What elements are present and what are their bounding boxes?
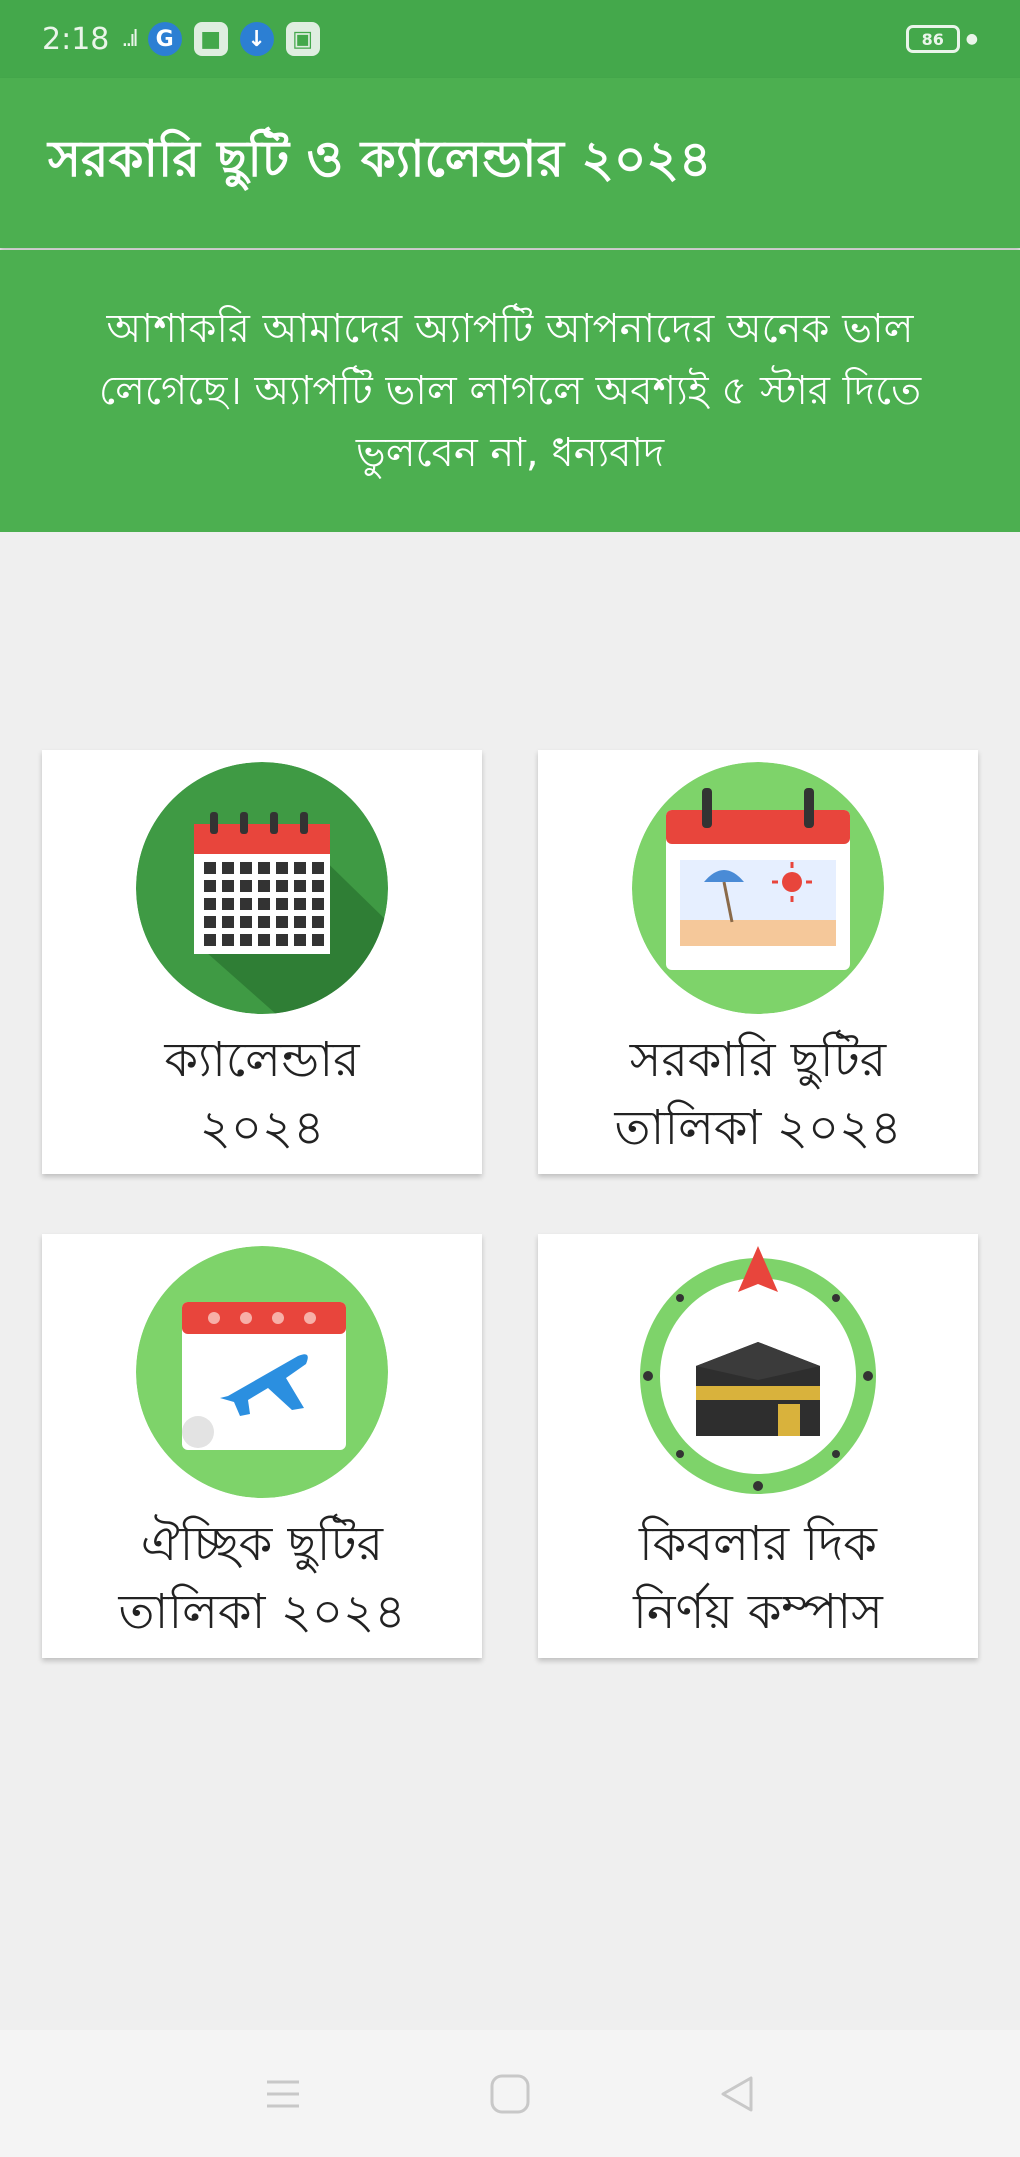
qibla-label-line2: নির্ণয় কম্পাস: [633, 1584, 883, 1640]
qibla-label-line1: কিবলার দিক: [639, 1516, 877, 1572]
home-icon[interactable]: [480, 2064, 540, 2124]
calendar-icon: [136, 762, 388, 1014]
signal-icon: ..ıl: [121, 26, 138, 52]
banner-message: আশাকরি আমাদের অ্যাপটি আপনাদের অনেক ভাল ল…: [98, 306, 922, 476]
rating-banner: আশাকরি আমাদের অ্যাপটি আপনাদের অনেক ভাল ল…: [0, 250, 1020, 532]
status-bar: 2:18 ..ıl G ■ ↓ ▣ 86 ●: [0, 0, 1020, 78]
navigation-bar: [0, 2030, 1020, 2157]
app-bar: সরকারি ছুটি ও ক্যালেন্ডার ২০২৪: [0, 78, 1020, 248]
gallery-notification-icon: ▣: [285, 22, 320, 56]
govt-holidays-label-line2: তালিকা ২০২৪: [614, 1100, 902, 1156]
calendar-card[interactable]: ক্যালেন্ডার ২০২৪: [42, 750, 482, 1174]
optional-holidays-label-line1: ঐচ্ছিক ছুটির: [141, 1516, 383, 1572]
calendar-label-line2: ২০২৪: [199, 1100, 325, 1156]
battery-charging-icon: ●: [965, 31, 978, 47]
travel-calendar-icon: [136, 1246, 388, 1498]
app-title: সরকারি ছুটি ও ক্যালেন্ডার ২০২৪: [48, 129, 712, 188]
qibla-compass-icon: [632, 1246, 884, 1498]
back-icon[interactable]: [707, 2064, 767, 2124]
status-left: 2:18 ..ıl G ■ ↓ ▣: [42, 22, 320, 57]
message-notification-icon: ■: [193, 22, 228, 56]
optional-holidays-card-label: ঐচ্ছিক ছুটির তালিকা ২০২৪: [62, 1510, 462, 1646]
qibla-compass-card[interactable]: কিবলার দিক নির্ণয় কম্পাস: [538, 1234, 978, 1658]
status-time: 2:18: [42, 21, 110, 57]
battery-indicator: 86 ●: [905, 25, 978, 53]
govt-holidays-card[interactable]: সরকারি ছুটির তালিকা ২০২৪: [538, 750, 978, 1174]
battery-icon: 86: [905, 25, 960, 53]
menu-icon[interactable]: [253, 2064, 313, 2124]
govt-holidays-label-line1: সরকারি ছুটির: [629, 1032, 887, 1088]
qibla-compass-card-label: কিবলার দিক নির্ণয় কম্পাস: [558, 1510, 958, 1646]
app-notification-icon: G: [147, 22, 182, 56]
govt-holidays-card-label: সরকারি ছুটির তালিকা ২০২৪: [558, 1026, 958, 1162]
calendar-card-label: ক্যালেন্ডার ২০২৪: [62, 1026, 462, 1162]
holiday-calendar-icon: [632, 762, 884, 1014]
download-notification-icon: ↓: [239, 22, 274, 56]
optional-holidays-label-line2: তালিকা ২০২৪: [118, 1584, 406, 1640]
optional-holidays-card[interactable]: ঐচ্ছিক ছুটির তালিকা ২০২৪: [42, 1234, 482, 1658]
calendar-label-line1: ক্যালেন্ডার: [164, 1032, 360, 1088]
